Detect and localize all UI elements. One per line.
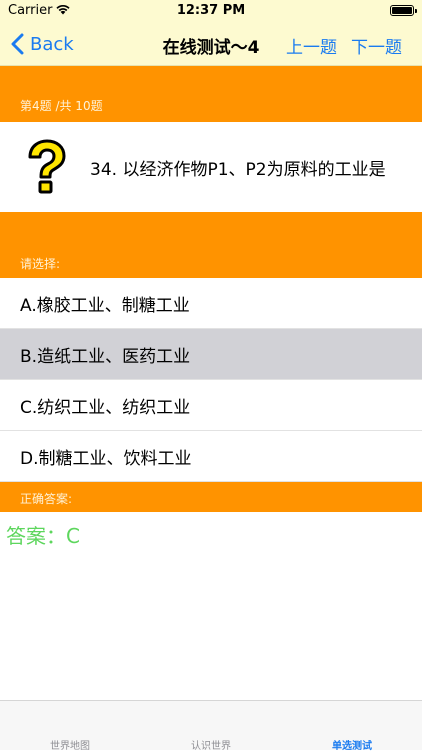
next-question-button[interactable]: 下一题 [351, 33, 402, 58]
question-text: 34. 以经济作物P1、P2为原料的工业是 [90, 159, 386, 180]
answer-text: 答案：C [6, 524, 80, 548]
correct-answer-label: 正确答案: [20, 492, 73, 506]
status-bar: Carrier 12:37 PM [0, 0, 422, 22]
previous-question-button[interactable]: 上一题 [286, 33, 337, 58]
choose-label: 请选择: [20, 257, 61, 271]
navigation-bar: Back 在线测试～4 上一题 下一题 [0, 22, 422, 66]
option-d[interactable]: D.制糖工业、饮料工业 [0, 431, 422, 482]
question-progress-bar: 第4题 /共 10题 [0, 66, 422, 122]
answer-section-bar: 正确答案: [0, 482, 422, 512]
question-row: 34. 以经济作物P1、P2为原料的工业是 [0, 122, 422, 212]
option-c[interactable]: C.纺织工业、纺织工业 [0, 380, 422, 431]
question-progress-label: 第4题 /共 10题 [20, 99, 103, 113]
status-time: 12:37 PM [176, 3, 246, 18]
tab-bar: 世界地图 认识世界 单选测试 [0, 700, 422, 752]
question-mark-icon [28, 139, 66, 194]
choose-section-bar: 请选择: [0, 212, 422, 278]
option-a[interactable]: A.橡胶工业、制糖工业 [0, 278, 422, 329]
option-b[interactable]: B.造纸工业、医药工业 [0, 329, 422, 380]
option-list: A.橡胶工业、制糖工业 B.造纸工业、医药工业 C.纺织工业、纺织工业 D.制糖… [0, 278, 422, 482]
battery-icon [390, 5, 417, 16]
